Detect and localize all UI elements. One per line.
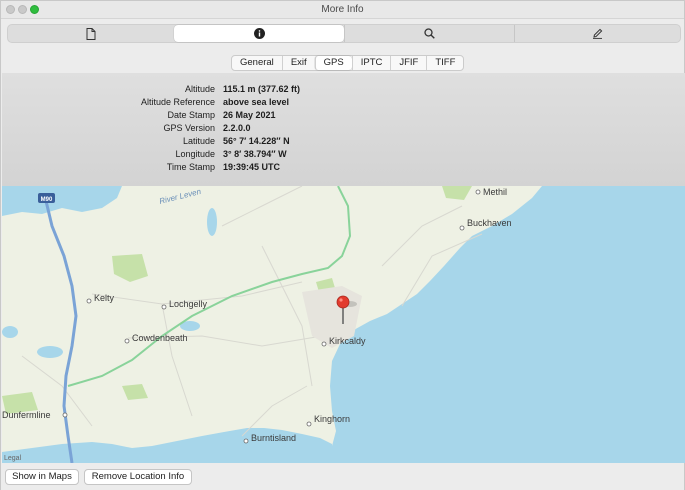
place-label-lochgelly: Lochgelly — [169, 299, 208, 309]
place-label-cowdenbeath: Cowdenbeath — [132, 333, 188, 343]
tab-tiff[interactable]: TIFF — [426, 56, 463, 70]
gps-key: Longitude — [175, 149, 215, 159]
gps-key: Date Stamp — [167, 110, 215, 120]
show-in-maps-button[interactable]: Show in Maps — [5, 469, 79, 485]
gps-info-panel: Altitude 115.1 m (377.62 ft) Altitude Re… — [2, 73, 685, 186]
map-loch — [2, 326, 18, 338]
search-icon — [424, 28, 435, 39]
gps-row-longitude: Longitude 3° 8′ 38.794″ W — [2, 149, 685, 162]
more-info-window: More Info General Exif GPS IPTC JFIF TIF… — [0, 0, 685, 490]
gps-row-time-stamp: Time Stamp 19:39:45 UTC — [2, 162, 685, 175]
place-label-kinghorn: Kinghorn — [314, 414, 350, 424]
inspector-toolbar — [7, 24, 681, 43]
map-loch — [207, 208, 217, 236]
place-label-buckhaven: Buckhaven — [467, 218, 512, 228]
gps-key: Time Stamp — [166, 162, 215, 172]
info-icon — [253, 28, 265, 39]
more-info-segment[interactable] — [174, 25, 344, 42]
gps-key: Altitude — [184, 84, 215, 94]
place-label-kelty: Kelty — [94, 293, 115, 303]
gps-key: GPS Version — [163, 123, 215, 133]
metadata-tab-bar: General Exif GPS IPTC JFIF TIFF — [231, 55, 465, 71]
place-label-dunfermline: Dunfermline — [2, 410, 51, 420]
gps-row-altitude-reference: Altitude Reference above sea level — [2, 97, 685, 110]
gps-value: 26 May 2021 — [223, 110, 276, 120]
tab-iptc[interactable]: IPTC — [351, 56, 391, 70]
general-info-segment[interactable] — [8, 25, 174, 42]
gps-value: 56° 7′ 14.228″ N — [223, 136, 290, 146]
place-label-kirkcaldy: Kirkcaldy — [329, 336, 366, 346]
gps-key: Altitude Reference — [140, 97, 215, 107]
gps-value: above sea level — [223, 97, 290, 107]
map-legal-link[interactable]: Legal — [4, 455, 22, 462]
gps-row-latitude: Latitude 56° 7′ 14.228″ N — [2, 136, 685, 149]
location-map[interactable]: M90 River Leven Methil Buckhaven Kelty L… — [2, 186, 685, 463]
title-bar: More Info — [1, 1, 684, 19]
gps-key: Latitude — [182, 136, 215, 146]
bottom-bar: Show in Maps Remove Location Info — [1, 463, 684, 490]
gps-row-date-stamp: Date Stamp 26 May 2021 — [2, 110, 685, 123]
tab-general[interactable]: General — [232, 56, 282, 70]
remove-location-info-button[interactable]: Remove Location Info — [84, 469, 192, 485]
document-icon — [86, 27, 96, 40]
tab-gps[interactable]: GPS — [314, 56, 352, 70]
map-loch — [37, 346, 63, 358]
gps-value: 2.2.0.0 — [223, 123, 251, 133]
road-shield-label: M90 — [41, 197, 53, 203]
window-title: More Info — [321, 4, 364, 15]
tab-exif[interactable]: Exif — [281, 56, 315, 70]
search-segment[interactable] — [344, 25, 514, 42]
gps-row-altitude: Altitude 115.1 m (377.62 ft) — [2, 84, 685, 97]
tab-jfif[interactable]: JFIF — [390, 56, 426, 70]
gps-row-gps-version: GPS Version 2.2.0.0 — [2, 123, 685, 136]
place-label-methil: Methil — [483, 187, 507, 197]
gps-value: 3° 8′ 38.794″ W — [223, 149, 287, 159]
gps-value: 19:39:45 UTC — [223, 162, 281, 172]
edit-segment[interactable] — [514, 25, 680, 42]
gps-value: 115.1 m (377.62 ft) — [223, 84, 301, 94]
place-label-burntisland: Burntisland — [251, 433, 296, 443]
pencil-icon — [593, 28, 603, 39]
map-canvas[interactable]: M90 River Leven Methil Buckhaven Kelty L… — [2, 186, 685, 463]
